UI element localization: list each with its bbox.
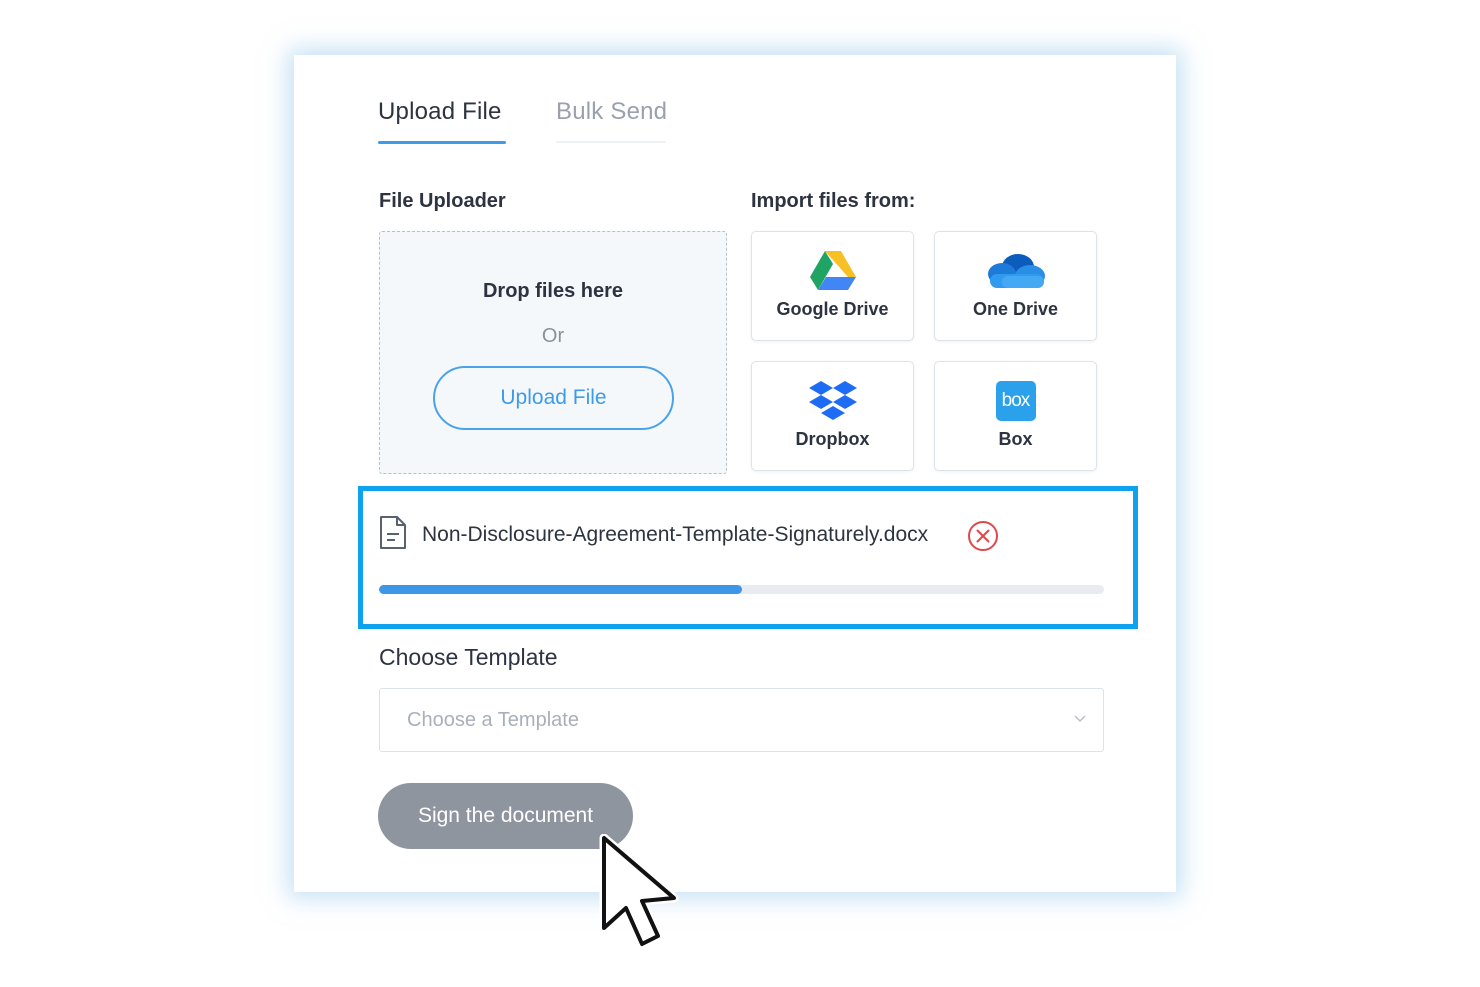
or-text: Or [541, 325, 565, 347]
file-uploader-label: File Uploader [379, 190, 506, 212]
import-google-drive[interactable]: Google Drive [751, 231, 914, 341]
uploaded-file-highlight [358, 486, 1138, 629]
inactive-tab-underline [556, 141, 666, 143]
uploaded-file-name: Non-Disclosure-Agreement-Template-Signat… [422, 523, 929, 546]
close-circle-icon[interactable] [967, 520, 999, 557]
document-icon [379, 515, 407, 555]
sign-document-button[interactable]: Sign the document [378, 783, 633, 849]
upload-progress-bar [379, 585, 1104, 594]
google-drive-label: Google Drive [776, 299, 889, 319]
dropbox-label: Dropbox [795, 429, 870, 449]
upload-file-button[interactable]: Upload File [433, 366, 674, 430]
one-drive-label: One Drive [972, 299, 1059, 319]
import-one-drive[interactable]: One Drive [934, 231, 1097, 341]
tab-bulk-send[interactable]: Bulk Send [556, 98, 667, 126]
tab-upload-file[interactable]: Upload File [378, 98, 502, 126]
chevron-down-icon [1073, 711, 1087, 730]
dropbox-icon [752, 380, 913, 422]
template-select[interactable]: Choose a Template [379, 688, 1104, 752]
import-dropbox[interactable]: Dropbox [751, 361, 914, 471]
import-files-label: Import files from: [751, 190, 916, 212]
drop-files-text: Drop files here [482, 280, 624, 302]
import-box[interactable]: box Box [934, 361, 1097, 471]
active-tab-indicator [378, 141, 506, 144]
onedrive-icon [935, 250, 1096, 292]
box-icon-glyph: box [995, 381, 1036, 421]
template-select-placeholder: Choose a Template [407, 709, 579, 731]
upload-progress-fill [379, 585, 742, 594]
mouse-pointer-icon [598, 833, 680, 957]
box-label: Box [998, 429, 1033, 449]
box-icon: box [935, 380, 1096, 422]
google-drive-icon [752, 250, 913, 292]
file-dropzone[interactable]: Drop files here Or Upload File [379, 231, 727, 474]
choose-template-label: Choose Template [379, 644, 558, 670]
